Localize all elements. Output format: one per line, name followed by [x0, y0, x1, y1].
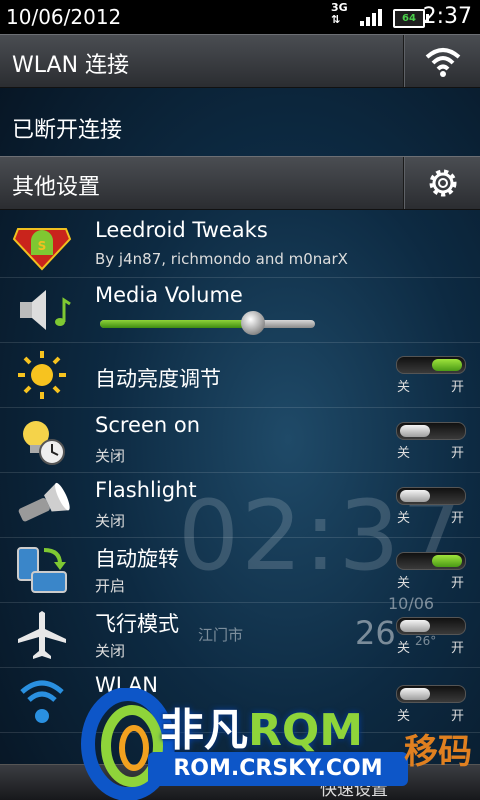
row-subtitle: 关闭	[95, 447, 126, 465]
status-time: 2:37	[422, 4, 472, 29]
status-date: 10/06/2012	[6, 5, 122, 29]
row-title: Media Volume	[95, 283, 243, 307]
status-bar: 10/06/2012 3G ⇅ 64 2:37	[0, 0, 480, 34]
row-title: Screen on	[95, 413, 201, 437]
toggle-knob	[432, 555, 462, 567]
gear-icon[interactable]	[418, 165, 468, 201]
toggle-knob	[400, 425, 430, 437]
row-title: 自动旋转	[95, 547, 179, 571]
network-type-icon: 3G ⇅	[331, 1, 348, 26]
header-divider	[403, 35, 405, 87]
row-subtitle: 关闭	[95, 642, 126, 660]
row-subtitle: 关闭	[95, 512, 126, 530]
speaker-icon	[20, 290, 71, 330]
row-title: Flashlight	[95, 478, 197, 502]
toggle-on-label: 开	[451, 446, 465, 461]
watermark-brand: 非凡RQM	[160, 705, 364, 756]
row-subtitle: By j4n87, richmondo and m0narX	[95, 250, 348, 268]
wlan-section-header[interactable]: WLAN 连接	[0, 34, 480, 88]
toggle-on-label: 开	[451, 576, 465, 591]
flashlight-icon	[18, 482, 70, 522]
toggle-on-label: 开	[451, 709, 465, 724]
flashlight-toggle[interactable]	[396, 487, 466, 505]
toggle-knob	[400, 490, 430, 502]
airplane-icon	[18, 611, 66, 659]
auto-brightness-toggle[interactable]	[396, 356, 466, 374]
auto-brightness-row[interactable]: 自动亮度调节	[0, 342, 480, 408]
wifi-icon	[20, 680, 64, 723]
screen-on-row[interactable]: Screen on 关闭	[0, 407, 480, 473]
flashlight-row[interactable]: Flashlight 关闭	[0, 472, 480, 538]
volume-thumb[interactable]	[240, 311, 265, 335]
leedroid-tweaks-row[interactable]: S Leedroid Tweaks By j4n87, richmondo an…	[0, 212, 480, 278]
row-subtitle: 开启	[95, 577, 126, 595]
rotate-icon	[17, 547, 67, 593]
media-volume-slider[interactable]	[100, 311, 315, 335]
toggle-on-label: 开	[451, 380, 465, 395]
toggle-on-label: 开	[451, 641, 465, 656]
header-divider	[403, 157, 405, 209]
toggle-knob	[400, 620, 430, 632]
toggle-on-label: 开	[451, 511, 465, 526]
toggle-off-label: 关	[397, 511, 411, 526]
row-title: 飞行模式	[95, 612, 179, 636]
toggle-off-label: 关	[397, 641, 411, 656]
battery-icon: 64	[393, 9, 429, 28]
screen-on-toggle[interactable]	[396, 422, 466, 440]
row-title: Leedroid Tweaks	[95, 218, 268, 242]
other-settings-header[interactable]: 其他设置	[0, 156, 480, 210]
svg-text:S: S	[38, 239, 47, 253]
toggle-knob	[432, 359, 462, 371]
auto-rotate-row[interactable]: 自动旋转 开启	[0, 537, 480, 603]
wifi-icon[interactable]	[418, 43, 468, 79]
superman-android-icon: S	[12, 228, 72, 271]
wlan-disconnected-status: 已断开连接	[12, 118, 123, 143]
toggle-off-label: 关	[397, 576, 411, 591]
bulb-clock-icon	[23, 421, 65, 465]
airplane-mode-row[interactable]: 飞行模式 关闭	[0, 602, 480, 668]
wlan-header-label: WLAN 连接	[12, 53, 130, 78]
airplane-mode-toggle[interactable]	[396, 617, 466, 635]
watermark-side-text: 移码	[404, 732, 472, 772]
row-title: 自动亮度调节	[95, 367, 221, 391]
auto-rotate-toggle[interactable]	[396, 552, 466, 570]
media-volume-row: Media Volume	[0, 277, 480, 343]
toggle-off-label: 关	[397, 380, 411, 395]
watermark-url: ROM.CRSKY.COM	[148, 752, 408, 786]
volume-fill	[100, 320, 253, 328]
toggle-off-label: 关	[397, 446, 411, 461]
other-settings-label: 其他设置	[12, 175, 101, 200]
sun-icon	[18, 351, 66, 399]
signal-icon	[360, 9, 382, 26]
